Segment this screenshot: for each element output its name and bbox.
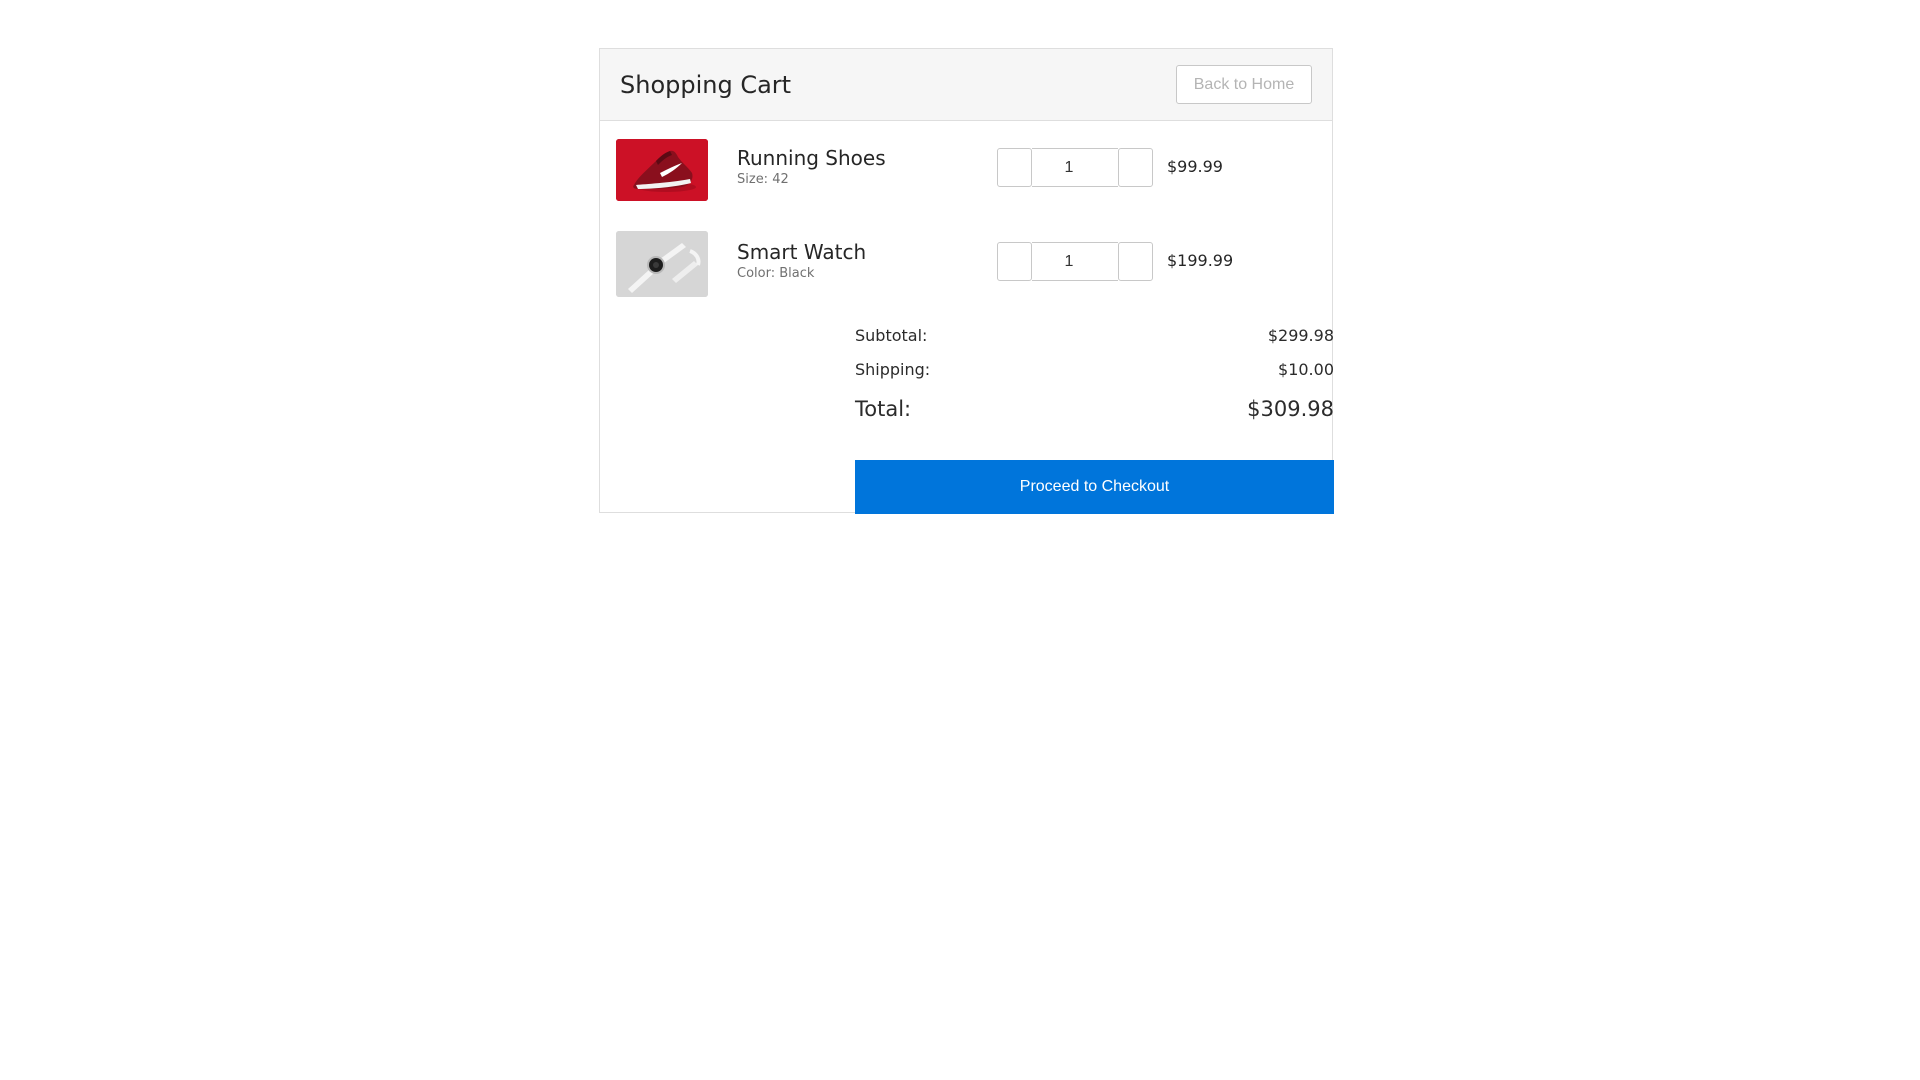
total-row: Total: $309.98 [855, 396, 1334, 422]
subtotal-label: Subtotal: [855, 325, 928, 345]
decrease-quantity-button[interactable] [997, 148, 1032, 187]
quantity-stepper [997, 148, 1153, 187]
increase-quantity-button[interactable] [1118, 242, 1153, 281]
quantity-input[interactable] [1032, 242, 1118, 281]
quantity-stepper [997, 242, 1153, 281]
item-price: $199.99 [1167, 251, 1234, 270]
item-name: Smart Watch [737, 240, 867, 264]
product-image-running-shoes [616, 139, 708, 201]
total-label: Total: [855, 397, 912, 421]
page-title: Shopping Cart [620, 70, 792, 99]
total-value: $309.98 [1247, 397, 1334, 421]
subtotal-row: Subtotal: $299.98 [855, 325, 1334, 345]
item-size: Size: 42 [737, 172, 789, 187]
shipping-label: Shipping: [855, 359, 931, 379]
item-name: Running Shoes [737, 146, 886, 170]
subtotal-value: $299.98 [1267, 325, 1334, 345]
product-image-smart-watch [616, 231, 708, 297]
cart-item-smart-watch: Smart Watch Color: Black $199.99 [616, 231, 1316, 297]
shopping-cart-panel: Shopping Cart Back to Home Running Shoes… [599, 48, 1334, 514]
item-color: Color: Black [737, 266, 815, 281]
quantity-input[interactable] [1032, 148, 1118, 187]
back-to-home-button[interactable]: Back to Home [1176, 65, 1312, 104]
cart-header: Shopping Cart Back to Home [600, 49, 1332, 121]
order-summary: Subtotal: $299.98 Shipping: $10.00 Total… [855, 325, 1334, 422]
proceed-to-checkout-button[interactable]: Proceed to Checkout [855, 460, 1334, 514]
item-info: Running Shoes Size: 42 [737, 146, 886, 188]
shipping-value: $10.00 [1278, 359, 1334, 379]
increase-quantity-button[interactable] [1118, 148, 1153, 187]
item-price: $99.99 [1167, 157, 1223, 176]
red-shoe-icon [616, 139, 708, 201]
item-info: Smart Watch Color: Black [737, 240, 866, 282]
decrease-quantity-button[interactable] [997, 242, 1032, 281]
cart-item-running-shoes: Running Shoes Size: 42 $99.99 [616, 137, 1316, 203]
smart-watch-icon [616, 231, 708, 297]
shipping-row: Shipping: $10.00 [855, 359, 1334, 379]
